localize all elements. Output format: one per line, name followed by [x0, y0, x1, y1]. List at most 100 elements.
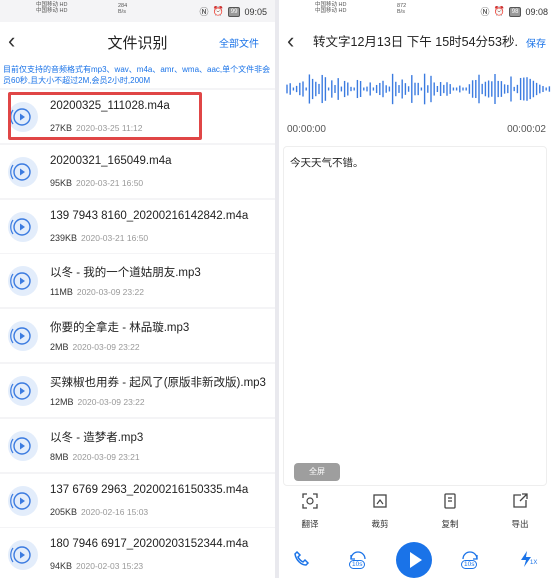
export-icon — [513, 493, 528, 508]
copy-button[interactable]: 复制 — [425, 492, 475, 530]
file-list-item[interactable]: 你要的全拿走 - 林品璇.mp3 2MB 2020-03-09 23:22 — [0, 309, 275, 363]
fullscreen-button[interactable]: 全屏 — [294, 463, 340, 481]
play-button[interactable] — [396, 542, 432, 578]
alarm-icon: ⏰ — [493, 6, 505, 16]
network-speed: 284 B/s — [118, 3, 128, 15]
audio-file-icon — [8, 211, 38, 242]
file-size: 205KB — [50, 506, 78, 517]
file-list-item[interactable]: 以冬 - 我的一个道姑朋友.mp3 11MB 2020-03-09 23:22 — [0, 254, 275, 308]
copy-icon — [444, 493, 456, 509]
file-date: 2020-03-09 23:21 — [72, 451, 140, 462]
file-name: 以冬 - 造梦者.mp3 — [50, 431, 144, 444]
nfc-icon: Ⓝ — [199, 7, 209, 17]
export-label: 导出 — [511, 519, 529, 529]
file-recognition-screen: 中国移动 HD 中国移动 HD 284 B/s Ⓝ ⏰ 99 09:05 ‹ 文… — [0, 0, 275, 578]
file-list-item[interactable]: 20200321_165049.m4a 95KB 2020-03-21 16:50 — [0, 144, 275, 198]
file-date: 2020-03-09 23:22 — [72, 342, 140, 353]
file-name: 你要的全拿走 - 林品璇.mp3 — [50, 322, 190, 335]
translate-label: 翻译 — [301, 519, 319, 529]
forward-10s-button[interactable]: 10s — [459, 550, 481, 569]
audio-file-icon — [8, 540, 38, 571]
file-meta: 12MB 2020-03-09 23:22 — [50, 397, 145, 407]
audio-file-icon — [8, 375, 38, 406]
all-files-button[interactable]: 全部文件 — [219, 35, 259, 50]
file-size: 2MB — [50, 342, 69, 353]
crop-button[interactable]: 裁剪 — [355, 492, 405, 530]
audio-file-icon — [8, 485, 38, 516]
transcript-text[interactable]: 今天天气不错。 — [290, 155, 364, 170]
file-meta: 2MB 2020-03-09 23:22 — [50, 342, 140, 352]
record-title: 转文字12月13日 下午 15时54分53秒.... — [313, 35, 518, 49]
file-list-item[interactable]: 180 7946 6917_20200203152344.m4a 94KB 2020… — [0, 528, 275, 578]
file-size: 12MB — [50, 396, 74, 407]
file-name: 137 6769 2963_20200216150335.m4a — [50, 483, 249, 496]
file-meta: 8MB 2020-03-09 23:21 — [50, 452, 140, 462]
save-button[interactable]: 保存 — [526, 35, 546, 50]
file-name: 139 7943 8160_20200216142842.m4a — [50, 209, 249, 222]
selection-highlight — [8, 92, 202, 140]
carrier-text: 中国移动 HD 中国移动 HD — [36, 2, 68, 14]
file-meta: 94KB 2020-02-03 15:23 — [50, 561, 143, 571]
play-icon — [410, 552, 422, 568]
file-list-item[interactable]: 以冬 - 造梦者.mp3 8MB 2020-03-09 23:21 — [0, 418, 275, 472]
speed-label: 1X — [530, 560, 538, 566]
waveform[interactable] — [279, 66, 556, 112]
file-list: 20200325_111028.m4a 27KB 2020-03-25 11:12 2… — [0, 90, 275, 578]
transcript-box[interactable]: 今天天气不错。 全屏 — [283, 146, 547, 486]
header: ‹ 文件识别 全部文件 — [0, 22, 275, 60]
file-size: 239KB — [50, 232, 78, 243]
translate-icon — [302, 493, 318, 509]
header: ‹ 转文字12月13日 下午 15时54分53秒.... 保存 — [279, 22, 556, 60]
status-icons: Ⓝ ⏰ 98 09:08 — [481, 5, 548, 18]
file-meta: 11MB 2020-03-09 23:22 — [50, 287, 144, 297]
time-end: 00:00:02 — [507, 124, 546, 135]
file-date: 2020-03-09 23:22 — [77, 396, 145, 407]
rewind-10s-button[interactable]: 10s — [347, 550, 369, 569]
nfc-icon: Ⓝ — [480, 7, 490, 17]
player-controls: 10s 10s 1X — [279, 540, 556, 578]
phone-icon[interactable] — [293, 550, 311, 568]
time-start: 00:00:00 — [287, 124, 326, 135]
export-button[interactable]: 导出 — [495, 492, 545, 530]
forward-label: 10s — [461, 560, 478, 569]
audio-file-icon — [8, 266, 38, 297]
file-name: 20200321_165049.m4a — [50, 154, 172, 167]
network-speed: 872 B/s — [397, 3, 407, 15]
file-name: 买辣椒也用券 - 起风了(原版非新改版).mp3 — [50, 376, 266, 389]
time-row: 00:00:00 00:00:02 — [287, 124, 546, 135]
file-size: 8MB — [50, 451, 69, 462]
file-date: 2020-02-16 15:03 — [81, 506, 149, 517]
file-size: 94KB — [50, 561, 73, 572]
format-notice: 目前仅支持的音频格式有mp3、wav、m4a、amr、wma、aac,单个文件非… — [0, 60, 275, 88]
status-bar: 中国移动 HD 中国移动 HD 284 B/s Ⓝ ⏰ 99 09:05 — [0, 0, 275, 22]
file-date: 2020-03-21 16:50 — [81, 232, 149, 243]
file-list-item[interactable]: 买辣椒也用券 - 起风了(原版非新改版).mp3 12MB 2020-03-09 2… — [0, 363, 275, 417]
file-list-item[interactable]: 137 6769 2963_20200216150335.m4a 205KB 202… — [0, 473, 275, 527]
speed-button[interactable]: 1X — [519, 550, 539, 570]
file-name: 180 7946 6917_20200203152344.m4a — [50, 538, 249, 551]
crop-icon — [373, 494, 387, 508]
file-size: 11MB — [50, 287, 73, 298]
back-icon[interactable]: ‹ — [287, 30, 294, 52]
rewind-label: 10s — [349, 560, 366, 569]
file-list-item[interactable]: 139 7943 8160_20200216142842.m4a 239KB 202… — [0, 199, 275, 253]
audio-file-icon — [8, 321, 38, 352]
copy-label: 复制 — [441, 519, 459, 529]
transcription-screen: 中国移动 HD 中国移动 HD 872 B/s Ⓝ ⏰ 98 09:08 ‹ 转… — [279, 0, 556, 578]
clock-time: 09:05 — [244, 6, 267, 17]
crop-label: 裁剪 — [371, 519, 389, 529]
toolbar: 翻译 裁剪 复制 导出 — [279, 492, 556, 532]
battery-icon: 98 — [508, 6, 522, 17]
status-bar: 中国移动 HD 中国移动 HD 872 B/s Ⓝ ⏰ 98 09:08 — [279, 0, 556, 22]
file-date: 2020-02-03 15:23 — [76, 561, 144, 572]
alarm-icon: ⏰ — [212, 6, 224, 16]
file-size: 95KB — [50, 177, 73, 188]
file-meta: 239KB 2020-03-21 16:50 — [50, 233, 148, 243]
file-name: 以冬 - 我的一个道姑朋友.mp3 — [50, 267, 201, 280]
translate-button[interactable]: 翻译 — [285, 492, 335, 530]
file-date: 2020-03-21 16:50 — [76, 177, 144, 188]
file-meta: 95KB 2020-03-21 16:50 — [50, 178, 143, 188]
audio-file-icon — [8, 430, 38, 461]
battery-icon: 99 — [227, 6, 241, 17]
status-icons: Ⓝ ⏰ 99 09:05 — [200, 5, 267, 18]
